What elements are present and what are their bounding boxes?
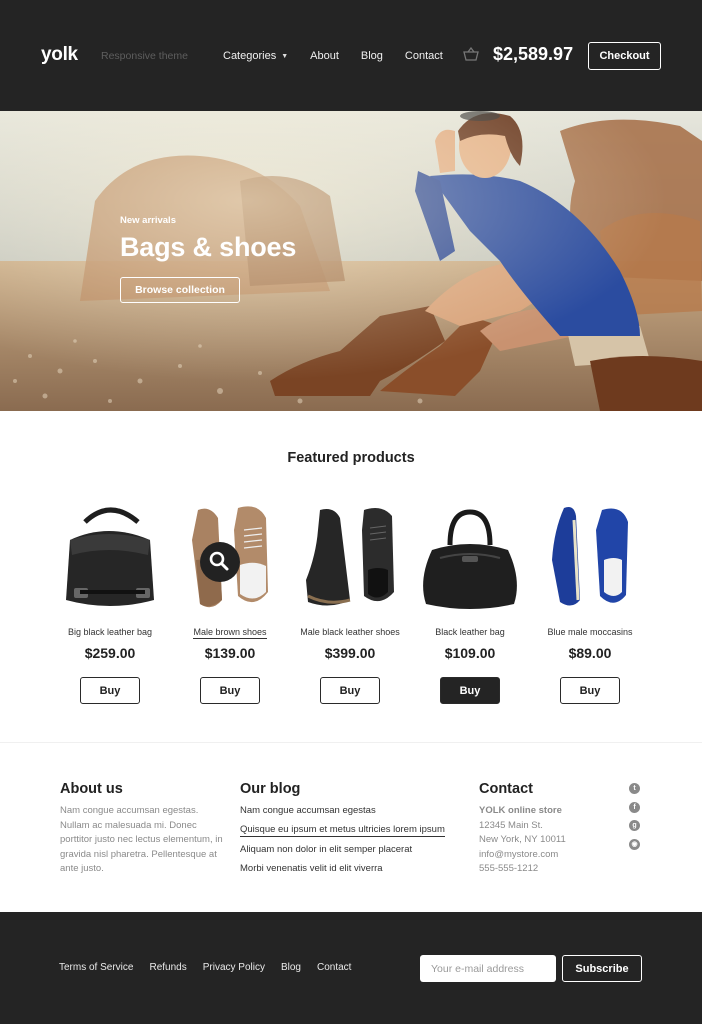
- main-nav: Categories ▼ About Blog Contact: [223, 50, 465, 62]
- product-price: $109.00: [444, 645, 496, 661]
- footer-link-terms[interactable]: Terms of Service: [59, 962, 133, 973]
- product-name[interactable]: Blue male moccasins: [547, 627, 632, 637]
- product-image-male-brown-shoes[interactable]: [170, 500, 290, 615]
- buy-button[interactable]: Buy: [200, 677, 260, 704]
- product-name[interactable]: Male black leather shoes: [300, 627, 400, 637]
- nav-item-contact[interactable]: Contact: [405, 50, 443, 62]
- contact-details: YOLK online store 12345 Main St. New Yor…: [479, 804, 619, 877]
- store-name: YOLK online store: [479, 805, 562, 816]
- blog-list: Nam congue accumsan egestas Quisque eu i…: [240, 804, 470, 881]
- nav-item-about[interactable]: About: [310, 50, 339, 62]
- site-logo[interactable]: yolk: [41, 44, 78, 66]
- blog-title: Our blog: [240, 781, 301, 797]
- facebook-icon[interactable]: f: [629, 801, 640, 813]
- footer-link-blog[interactable]: Blog: [281, 962, 301, 973]
- product-price: $259.00: [84, 645, 136, 661]
- hero-image: [0, 111, 702, 411]
- city-address: New York, NY 10011: [479, 834, 566, 845]
- hero-banner: New arrivals Bags & shoes Browse collect…: [0, 111, 702, 411]
- product-image-male-black-shoes[interactable]: [290, 500, 410, 615]
- contact-email[interactable]: info@mystore.com: [479, 848, 619, 863]
- subscribe-button[interactable]: Subscribe: [562, 955, 642, 982]
- contact-title: Contact: [479, 781, 533, 797]
- product-price: $139.00: [204, 645, 256, 661]
- site-header: yolk Responsive theme Categories ▼ About …: [0, 0, 702, 111]
- footer-link-contact[interactable]: Contact: [317, 962, 351, 973]
- nav-item-categories[interactable]: Categories ▼: [223, 50, 288, 62]
- product-name[interactable]: Male brown shoes: [193, 627, 267, 639]
- product-card[interactable]: Blue male moccasins $89.00 Buy: [530, 500, 650, 704]
- product-image-big-black-bag[interactable]: [50, 500, 170, 615]
- footer-link-refunds[interactable]: Refunds: [149, 962, 186, 973]
- basket-icon[interactable]: [463, 47, 479, 61]
- nav-item-blog[interactable]: Blog: [361, 50, 383, 62]
- blog-link[interactable]: Quisque eu ipsum et metus ultricies lore…: [240, 823, 470, 842]
- footer-nav: Terms of Service Refunds Privacy Policy …: [59, 962, 367, 973]
- checkout-button[interactable]: Checkout: [588, 42, 661, 70]
- product-card[interactable]: Male brown shoes $139.00 Buy: [170, 500, 290, 704]
- buy-button[interactable]: Buy: [440, 677, 500, 704]
- google-plus-icon[interactable]: g: [629, 820, 640, 831]
- browse-collection-button[interactable]: Browse collection: [120, 277, 240, 303]
- buy-button[interactable]: Buy: [80, 677, 140, 704]
- newsletter-email-input[interactable]: [420, 955, 556, 982]
- about-text: Nam congue accumsan egestas. Nullam ac m…: [60, 805, 223, 875]
- hero-eyebrow: New arrivals: [120, 215, 176, 226]
- hero-title: Bags & shoes: [120, 232, 297, 262]
- product-card[interactable]: Big black leather bag $259.00 Buy: [50, 500, 170, 704]
- site-tagline: Responsive theme: [101, 50, 188, 62]
- product-card[interactable]: Black leather bag $109.00 Buy: [410, 500, 530, 704]
- section-divider: [0, 742, 702, 743]
- blog-link[interactable]: Morbi venenatis velit id elit viverra: [240, 862, 470, 881]
- blog-link-label: Quisque eu ipsum et metus ultricies lore…: [240, 824, 445, 838]
- nav-item-label: Categories: [223, 50, 277, 62]
- blog-link[interactable]: Nam congue accumsan egestas: [240, 804, 470, 823]
- magnifier-icon: [209, 551, 229, 571]
- about-title: About us: [60, 781, 123, 797]
- blog-link-label: Morbi venenatis velit id elit viverra: [240, 862, 383, 874]
- buy-button[interactable]: Buy: [320, 677, 380, 704]
- product-image-black-leather-bag[interactable]: [410, 500, 530, 615]
- blog-link-label: Nam congue accumsan egestas: [240, 805, 376, 816]
- product-image-blue-moccasins[interactable]: [530, 500, 650, 615]
- product-price: $399.00: [324, 645, 376, 661]
- blog-link-label: Aliquam non dolor in elit semper placera…: [240, 843, 413, 855]
- cart-total[interactable]: $2,589.97: [493, 44, 573, 65]
- zoom-button[interactable]: [200, 542, 240, 582]
- street-address: 12345 Main St.: [479, 819, 543, 831]
- buy-button[interactable]: Buy: [560, 677, 620, 704]
- site-footer: Terms of Service Refunds Privacy Policy …: [0, 912, 702, 1024]
- product-card[interactable]: Male black leather shoes $399.00 Buy: [290, 500, 410, 704]
- contact-phone: 555-555-1212: [479, 863, 539, 874]
- product-price: $89.00: [568, 645, 612, 661]
- blog-link[interactable]: Aliquam non dolor in elit semper placera…: [240, 843, 470, 862]
- footer-link-privacy[interactable]: Privacy Policy: [203, 962, 265, 973]
- rss-icon[interactable]: ◉: [629, 838, 640, 850]
- social-links: t f g ◉: [629, 783, 641, 857]
- product-name[interactable]: Big black leather bag: [68, 627, 152, 637]
- twitter-icon[interactable]: t: [629, 783, 640, 794]
- featured-title: Featured products: [287, 450, 415, 466]
- product-name[interactable]: Black leather bag: [435, 627, 505, 637]
- caret-down-icon: ▼: [281, 52, 289, 60]
